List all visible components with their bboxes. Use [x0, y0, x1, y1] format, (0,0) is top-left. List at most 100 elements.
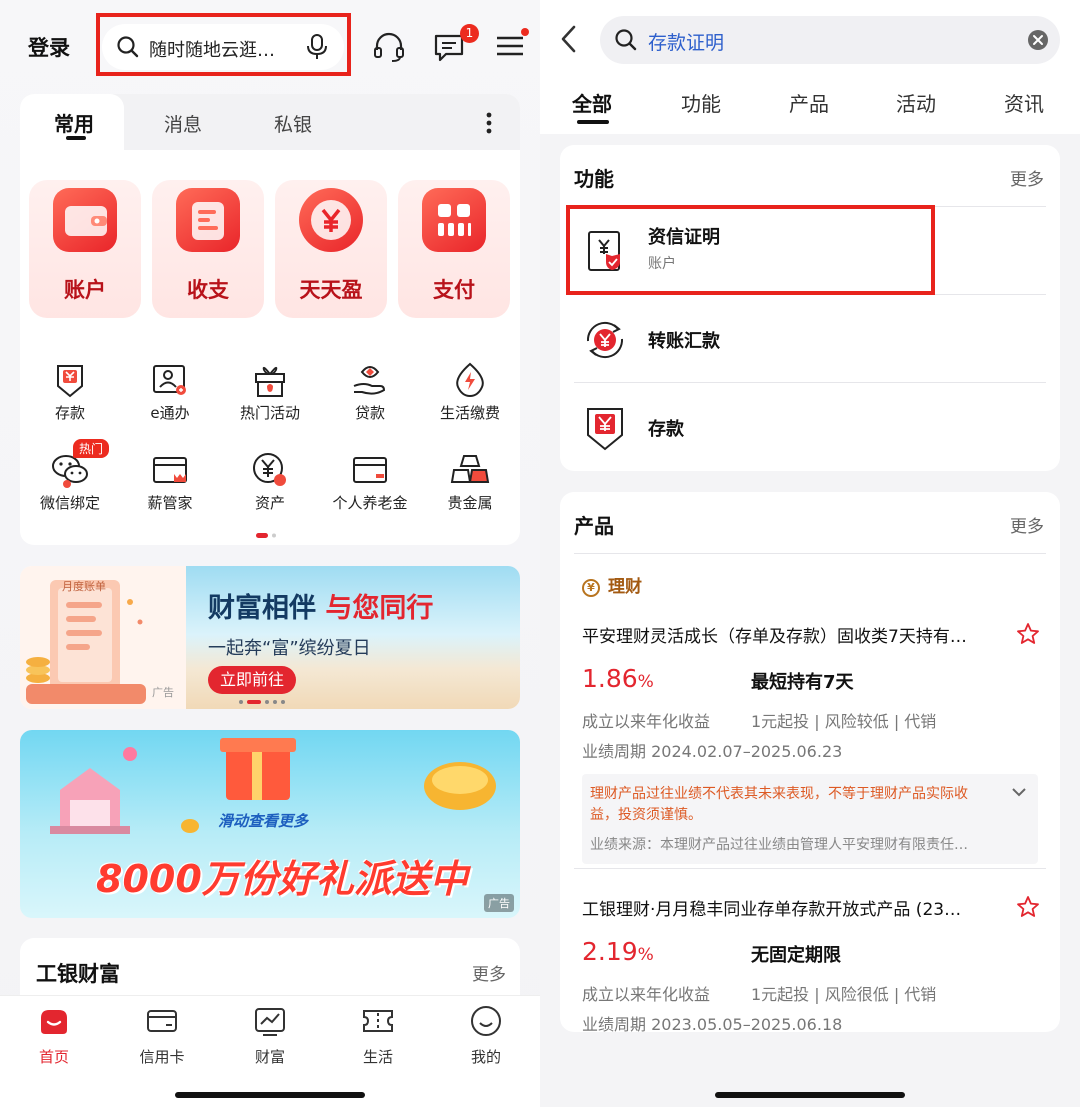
ad-label-2: 广告	[484, 894, 514, 912]
function-transfer[interactable]: 转账汇款	[574, 295, 1046, 383]
grid-hot-activities-label: 热门活动	[239, 404, 300, 422]
product-item[interactable]: 平安理财灵活成长（存单及存款）固收类7天持有… 1.86% 最短持有7天 成立以…	[560, 622, 1060, 864]
tab-private-banking[interactable]: 私银	[274, 110, 312, 137]
grid-loan[interactable]: 贷款	[320, 360, 420, 423]
home-indicator	[175, 1092, 365, 1098]
grid-e-tongban[interactable]: e通办	[120, 360, 220, 423]
credit-card-icon	[145, 1004, 179, 1038]
login-button[interactable]: 登录	[28, 32, 70, 62]
yield-label: 成立以来年化收益	[582, 712, 711, 731]
grid-hot-activities[interactable]: 热门活动	[220, 360, 320, 423]
nav-credit-card[interactable]: 信用卡	[122, 1004, 202, 1067]
bill-label: 月度账单	[62, 580, 106, 593]
product-name: 平安理财灵活成长（存单及存款）固收类7天持有…	[582, 627, 967, 647]
tab-indicator	[66, 136, 86, 140]
yuan-coin-icon: ¥	[582, 579, 600, 597]
tab-functions[interactable]: 功能	[681, 88, 721, 117]
nav-life[interactable]: 生活	[338, 1004, 418, 1067]
tab-all[interactable]: 全部	[572, 88, 612, 117]
grid-wechat-binding[interactable]: 微信绑定	[20, 450, 120, 513]
product-item[interactable]: 工银理财·月月稳丰同业存单存款开放式产品 (23… 2.19% 无固定期限 成立…	[560, 895, 1060, 1032]
profile-smile-icon	[469, 1004, 503, 1038]
result-tabs: 全部 功能 产品 活动 资讯	[540, 80, 1080, 134]
chevron-down-icon[interactable]	[1010, 786, 1028, 798]
grid-deposit-label: 存款	[54, 404, 85, 422]
annual-yield: 1.86%	[582, 664, 654, 693]
tab-frequent[interactable]: 常用	[54, 108, 94, 137]
swipe-hint: 滑动查看更多	[218, 812, 309, 830]
tab-messages[interactable]: 消息	[164, 110, 202, 137]
yield-label: 成立以来年化收益	[582, 985, 711, 1004]
grid-assets[interactable]: 资产	[220, 450, 320, 513]
wealth-chart-icon	[253, 1004, 287, 1038]
hot-badge: 热门	[73, 439, 110, 458]
grid-loan-label: 贷款	[354, 404, 385, 422]
risk-disclaimer[interactable]: 理财产品过往业绩不代表其未来表现，不等于理财产品实际收益，投资须谨慎。 业绩来源…	[582, 774, 1038, 864]
menu-notification-dot	[521, 28, 529, 36]
tab-products[interactable]: 产品	[789, 88, 829, 117]
tile-tiantianying-label: 天天盈	[299, 278, 363, 302]
quick-tabs: 常用 消息 私银	[20, 94, 520, 150]
annual-yield: 2.19%	[582, 937, 654, 966]
icbc-wealth-more-link[interactable]: 更多	[472, 960, 506, 985]
performance-period: 业绩周期 2023.05.05–2025.06.18	[582, 1015, 843, 1032]
nav-wealth[interactable]: 财富	[230, 1004, 310, 1067]
grid-salary-manager[interactable]: 薪管家	[120, 450, 220, 513]
search-query: 存款证明	[648, 32, 725, 54]
grid-precious-metals[interactable]: 贵金属	[420, 450, 520, 513]
gift-icon	[250, 360, 290, 400]
deposit-icon	[580, 403, 630, 453]
divider	[574, 553, 1046, 554]
tile-income-expense[interactable]: 收支	[152, 180, 264, 318]
nav-home[interactable]: 首页	[14, 1004, 94, 1067]
home-indicator	[715, 1092, 905, 1098]
functions-more-link[interactable]: 更多	[1010, 165, 1044, 190]
search-header: 存款证明	[540, 0, 1080, 80]
gold-bars-icon	[450, 450, 490, 490]
back-arrow-icon[interactable]	[558, 24, 580, 54]
products-title: 产品	[574, 514, 614, 538]
asset-coin-icon	[250, 450, 290, 490]
ticket-icon	[361, 1004, 395, 1038]
banner1-page-dots	[239, 700, 285, 704]
grid-personal-pension[interactable]: 个人养老金	[320, 450, 420, 513]
grid-deposit[interactable]: 存款	[20, 360, 120, 423]
beach-banner: 财富相伴 与您同行 一起奔“富”缤纷夏日 立即前往	[186, 566, 520, 709]
go-now-button[interactable]: 立即前往	[208, 666, 296, 694]
bottom-nav: 首页 信用卡 财富 生活 我的	[0, 995, 540, 1107]
grid-utilities[interactable]: 生活缴费	[420, 360, 520, 423]
tile-tiantianying[interactable]: 天天盈	[275, 180, 387, 318]
products-card: 产品 更多 ¥ 理财 平安理财灵活成长（存单及存款）固收类7天持有… 1.86% …	[560, 492, 1060, 1032]
wallet-icon	[53, 188, 117, 252]
id-card-icon	[150, 360, 190, 400]
function-deposit[interactable]: 存款	[574, 383, 1046, 471]
gift-promo-banner[interactable]: 滑动查看更多 8000万份好礼派送中 广告	[20, 730, 520, 918]
search-input[interactable]: 存款证明	[600, 16, 1060, 64]
divider	[574, 868, 1046, 869]
message-badge: 1	[460, 24, 479, 43]
salary-card-icon	[150, 450, 190, 490]
tile-account[interactable]: 账户	[29, 180, 141, 318]
products-more-link[interactable]: 更多	[1010, 512, 1044, 537]
nav-mine-label: 我的	[470, 1048, 501, 1066]
quick-access-card: 常用 消息 私银 账户 收支 天天盈 支付 存款 e通办 热门活动 贷款 生活缴…	[20, 94, 520, 545]
tab-news[interactable]: 资讯	[1004, 88, 1044, 117]
tile-payment[interactable]: 支付	[398, 180, 510, 318]
wealth-banner[interactable]: 月度账单 广告 财富相伴 与您同行 一起奔“富”缤纷夏日 立即前往	[20, 566, 520, 709]
home-icon	[37, 1004, 71, 1038]
nav-mine[interactable]: 我的	[446, 1004, 526, 1067]
favorite-star-icon[interactable]	[1016, 895, 1040, 919]
grid-wechat-binding-label: 微信绑定	[39, 494, 100, 512]
yuan-coin-icon	[299, 188, 363, 252]
bill-illustration: 月度账单 广告	[20, 566, 186, 709]
ledger-icon	[176, 188, 240, 252]
clear-icon[interactable]	[1027, 29, 1049, 51]
tab-activities[interactable]: 活动	[896, 88, 936, 117]
ad-label-1: 广告	[152, 686, 174, 699]
tab-indicator	[577, 120, 609, 124]
more-options-icon[interactable]	[486, 112, 492, 134]
customer-service-icon[interactable]	[372, 30, 406, 64]
pension-card-icon	[350, 450, 390, 490]
favorite-star-icon[interactable]	[1016, 622, 1040, 646]
highlight-frame-search	[96, 13, 351, 76]
